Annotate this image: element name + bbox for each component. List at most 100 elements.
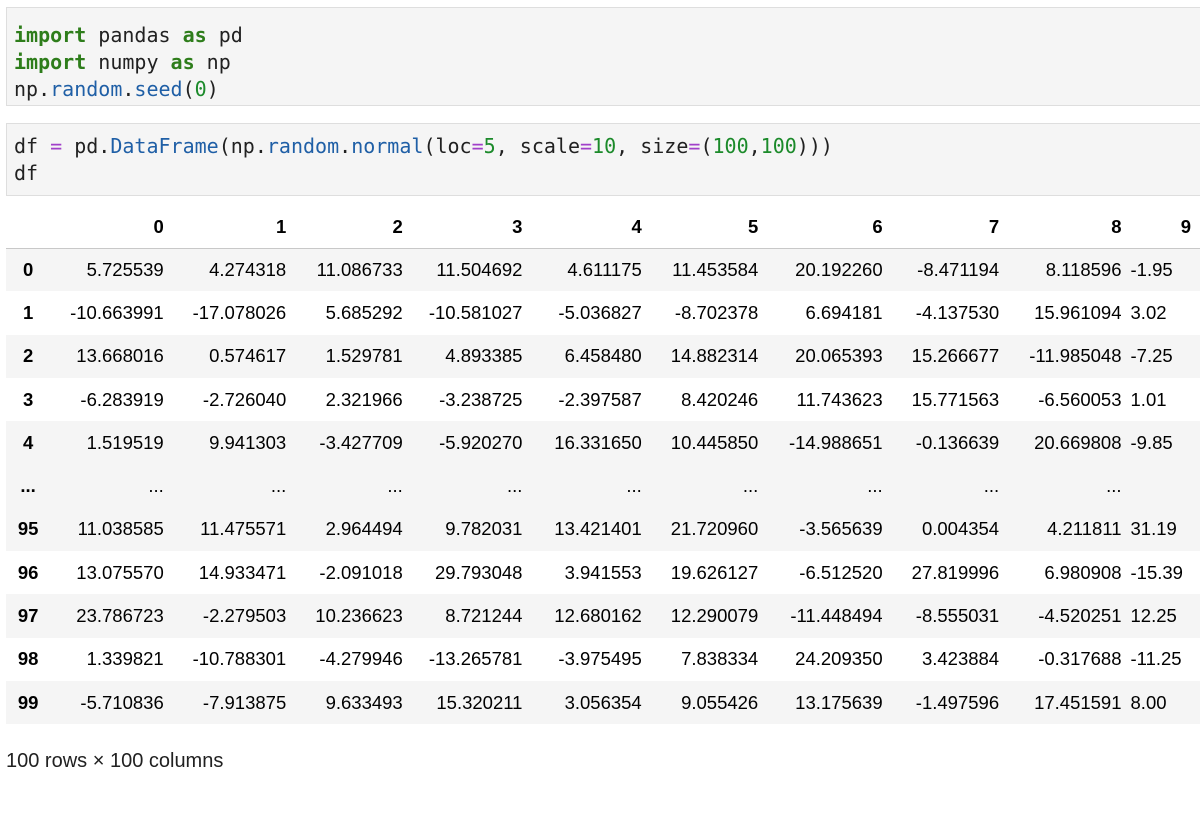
table-cell: 1.529781 [325, 345, 403, 367]
table-cell: -1.95 [1130, 258, 1173, 280]
table-cell: 21.720960 [670, 518, 759, 540]
table-cell: 15.961094 [1034, 301, 1122, 323]
table-cell: -10.788301 [192, 648, 287, 670]
column-header: 3 [411, 206, 532, 249]
table-cell: -3.975495 [558, 648, 642, 670]
code-token: import [14, 50, 87, 74]
column-header: 2 [295, 206, 412, 249]
row-index: 98 [17, 648, 39, 670]
table-cell: ... [270, 475, 287, 497]
code-token: . [339, 134, 352, 158]
row-index: 4 [22, 431, 34, 453]
row-index: 97 [17, 605, 39, 627]
table-cell: -14.988651 [788, 431, 883, 453]
table-cell: -17.078026 [192, 301, 287, 323]
table-cell: -0.136639 [915, 431, 1000, 453]
table-cell: ... [742, 475, 759, 497]
table-cell: -0.317688 [1038, 648, 1122, 670]
table-row: 99 -5.710836 -7.913875 9.633493 15.320211 3.0… [6, 680, 1200, 725]
code-token: (np. [218, 134, 267, 158]
code-token: , scale [495, 134, 580, 158]
table-cell: 11.038585 [77, 518, 164, 540]
table-header-row: 0123456789 [6, 206, 1200, 249]
table-cell: 3.941553 [564, 561, 642, 583]
table-cell: 0.004354 [921, 518, 1000, 540]
code-cell-dataframe[interactable]: df = pd.DataFrame(np.random.normal(loc=5… [6, 123, 1200, 196]
table-cell: 3.02 [1130, 301, 1167, 323]
code-line: import pandas as pd [14, 22, 1200, 49]
table-cell: 11.743623 [796, 388, 883, 410]
code-token: df [14, 161, 39, 185]
row-index: ... [20, 475, 36, 497]
table-row: 96 13.075570 14.933471 -2.091018 29.793048 3.… [6, 551, 1200, 595]
row-index: 1 [22, 301, 34, 323]
column-header: 6 [767, 206, 892, 249]
table-cell: 13.075570 [76, 561, 164, 583]
code-token: pd. [62, 134, 111, 158]
table-cell: -3.565639 [799, 518, 883, 540]
code-line: import numpy as np [14, 49, 1200, 76]
table-row: 3 -6.283919 -2.726040 2.321966 -3.238725 -2.3… [6, 377, 1200, 422]
table-cell: 27.819996 [911, 561, 1000, 583]
index-header [6, 206, 51, 249]
table-cell: 3.423884 [921, 648, 1000, 670]
table-cell: 1.339821 [86, 648, 164, 670]
table-cell: 6.458480 [564, 345, 642, 367]
table-cell: 31.19 [1130, 518, 1177, 540]
table-cell: -6.283919 [80, 388, 164, 410]
table-cell: 9.941303 [209, 431, 287, 453]
table-cell: -4.279946 [319, 648, 403, 670]
table-row: 2 13.668016 0.574617 1.529781 4.893385 6.4584… [6, 334, 1200, 378]
table-cell: 11.475571 [200, 518, 287, 540]
table-cell: -8.702378 [674, 301, 759, 323]
table-cell: 15.771563 [911, 388, 1000, 410]
table-cell: -15.39 [1130, 561, 1183, 583]
table-cell: 13.668016 [76, 345, 164, 367]
code-token: as [182, 23, 207, 47]
column-header: 5 [650, 206, 768, 249]
table-cell: ... [626, 475, 642, 497]
table-cell: 4.893385 [445, 345, 523, 367]
code-token: , [748, 134, 761, 158]
table-cell: 12.25 [1130, 605, 1177, 627]
table-cell: 20.065393 [795, 345, 883, 367]
code-token: normal [351, 134, 424, 158]
table-cell: -11.985048 [1029, 345, 1122, 367]
code-line: df = pd.DataFrame(np.random.normal(loc=5… [14, 133, 1200, 160]
column-header: 9 [1130, 206, 1200, 249]
table-cell: -2.091018 [319, 561, 403, 583]
table-cell: 13.421401 [554, 518, 642, 540]
table-cell: -13.265781 [428, 648, 523, 670]
table-cell: 8.721244 [445, 605, 523, 627]
code-token: 5 [483, 134, 496, 158]
table-cell: -5.920270 [439, 431, 523, 453]
table-cell: -4.137530 [915, 301, 1000, 323]
code-cell-imports[interactable]: import pandas as pd import numpy as np np.… [6, 7, 1200, 106]
table-cell: 11.453584 [672, 258, 759, 280]
table-cell: 9.055426 [681, 691, 759, 713]
code-token: ( [700, 134, 713, 158]
table-cell: 19.626127 [670, 561, 759, 583]
table-cell: ... [983, 475, 1000, 497]
table-cell: 10.445850 [670, 431, 759, 453]
table-cell: 20.669808 [1034, 431, 1122, 453]
table-cell: -10.663991 [70, 301, 164, 323]
code-token: , size [616, 134, 689, 158]
dataframe-shape-label: 100 rows × 100 columns [6, 750, 224, 772]
code-token: np. [14, 77, 51, 101]
table-row: 98 1.339821 -10.788301 -4.279946 -13.265781 -… [6, 637, 1200, 681]
row-index: 95 [17, 518, 39, 540]
code-token: 100 [760, 134, 797, 158]
row-index: 3 [22, 388, 34, 410]
row-index: 99 [17, 691, 39, 713]
table-cell: 6.980908 [1044, 561, 1122, 583]
code-token: = [580, 134, 593, 158]
table-cell: -2.397587 [558, 388, 642, 410]
code-token: = [688, 134, 701, 158]
code-token: 0 [194, 77, 207, 101]
code-token: ))) [796, 134, 833, 158]
code-token: DataFrame [110, 134, 219, 158]
table-cell: 9.633493 [325, 691, 403, 713]
table-cell: 0.574617 [209, 345, 287, 367]
row-index: 0 [22, 258, 34, 280]
